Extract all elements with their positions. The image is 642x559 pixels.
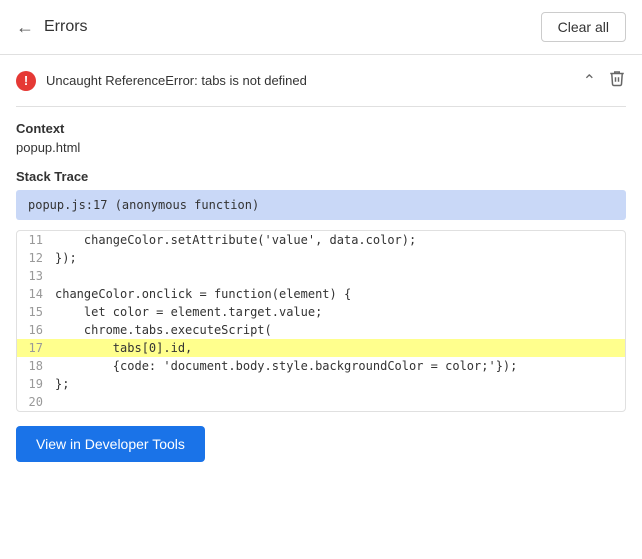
view-dev-tools-button[interactable]: View in Developer Tools bbox=[16, 426, 205, 462]
line-number: 11 bbox=[17, 233, 55, 247]
line-code: changeColor.setAttribute('value', data.c… bbox=[55, 233, 416, 247]
code-line: 16 chrome.tabs.executeScript( bbox=[17, 321, 625, 339]
code-line: 17 tabs[0].id, bbox=[17, 339, 625, 357]
page-title: Errors bbox=[44, 18, 88, 36]
header-left: ← Errors bbox=[16, 17, 88, 38]
content-area: ! Uncaught ReferenceError: tabs is not d… bbox=[0, 55, 642, 478]
code-line: 20 bbox=[17, 393, 625, 411]
error-item-right: ⌃ bbox=[583, 69, 626, 92]
error-icon-label: ! bbox=[24, 73, 28, 88]
code-block: 11 changeColor.setAttribute('value', dat… bbox=[16, 230, 626, 412]
line-number: 14 bbox=[17, 287, 55, 301]
error-icon: ! bbox=[16, 71, 36, 91]
line-code: }; bbox=[55, 377, 69, 391]
line-number: 13 bbox=[17, 269, 55, 283]
header: ← Errors Clear all bbox=[0, 0, 642, 55]
line-code: tabs[0].id, bbox=[55, 341, 192, 355]
code-scroll[interactable]: 11 changeColor.setAttribute('value', dat… bbox=[17, 231, 625, 411]
error-message: Uncaught ReferenceError: tabs is not def… bbox=[46, 73, 307, 88]
line-number: 19 bbox=[17, 377, 55, 391]
stack-trace-value: popup.js:17 (anonymous function) bbox=[16, 190, 626, 220]
context-value: popup.html bbox=[16, 140, 626, 155]
back-button[interactable]: ← bbox=[16, 17, 34, 38]
line-number: 18 bbox=[17, 359, 55, 373]
line-number: 20 bbox=[17, 395, 55, 409]
line-code: chrome.tabs.executeScript( bbox=[55, 323, 272, 337]
line-number: 12 bbox=[17, 251, 55, 265]
code-line: 15 let color = element.target.value; bbox=[17, 303, 625, 321]
chevron-up-icon[interactable]: ⌃ bbox=[583, 71, 596, 91]
delete-icon[interactable] bbox=[608, 69, 626, 92]
line-code: changeColor.onclick = function(element) … bbox=[55, 287, 351, 301]
code-line: 11 changeColor.setAttribute('value', dat… bbox=[17, 231, 625, 249]
code-line: 19}; bbox=[17, 375, 625, 393]
code-line: 18 {code: 'document.body.style.backgroun… bbox=[17, 357, 625, 375]
error-item-left: ! Uncaught ReferenceError: tabs is not d… bbox=[16, 71, 583, 91]
stack-trace-label: Stack Trace bbox=[16, 169, 626, 184]
code-line: 14changeColor.onclick = function(element… bbox=[17, 285, 625, 303]
error-item: ! Uncaught ReferenceError: tabs is not d… bbox=[16, 55, 626, 107]
line-number: 17 bbox=[17, 341, 55, 355]
context-label: Context bbox=[16, 121, 626, 136]
code-line: 12}); bbox=[17, 249, 625, 267]
line-code: {code: 'document.body.style.backgroundCo… bbox=[55, 359, 517, 373]
line-number: 16 bbox=[17, 323, 55, 337]
line-number: 15 bbox=[17, 305, 55, 319]
clear-all-button[interactable]: Clear all bbox=[541, 12, 626, 42]
line-code: }); bbox=[55, 251, 77, 265]
line-code: let color = element.target.value; bbox=[55, 305, 322, 319]
code-line: 13 bbox=[17, 267, 625, 285]
